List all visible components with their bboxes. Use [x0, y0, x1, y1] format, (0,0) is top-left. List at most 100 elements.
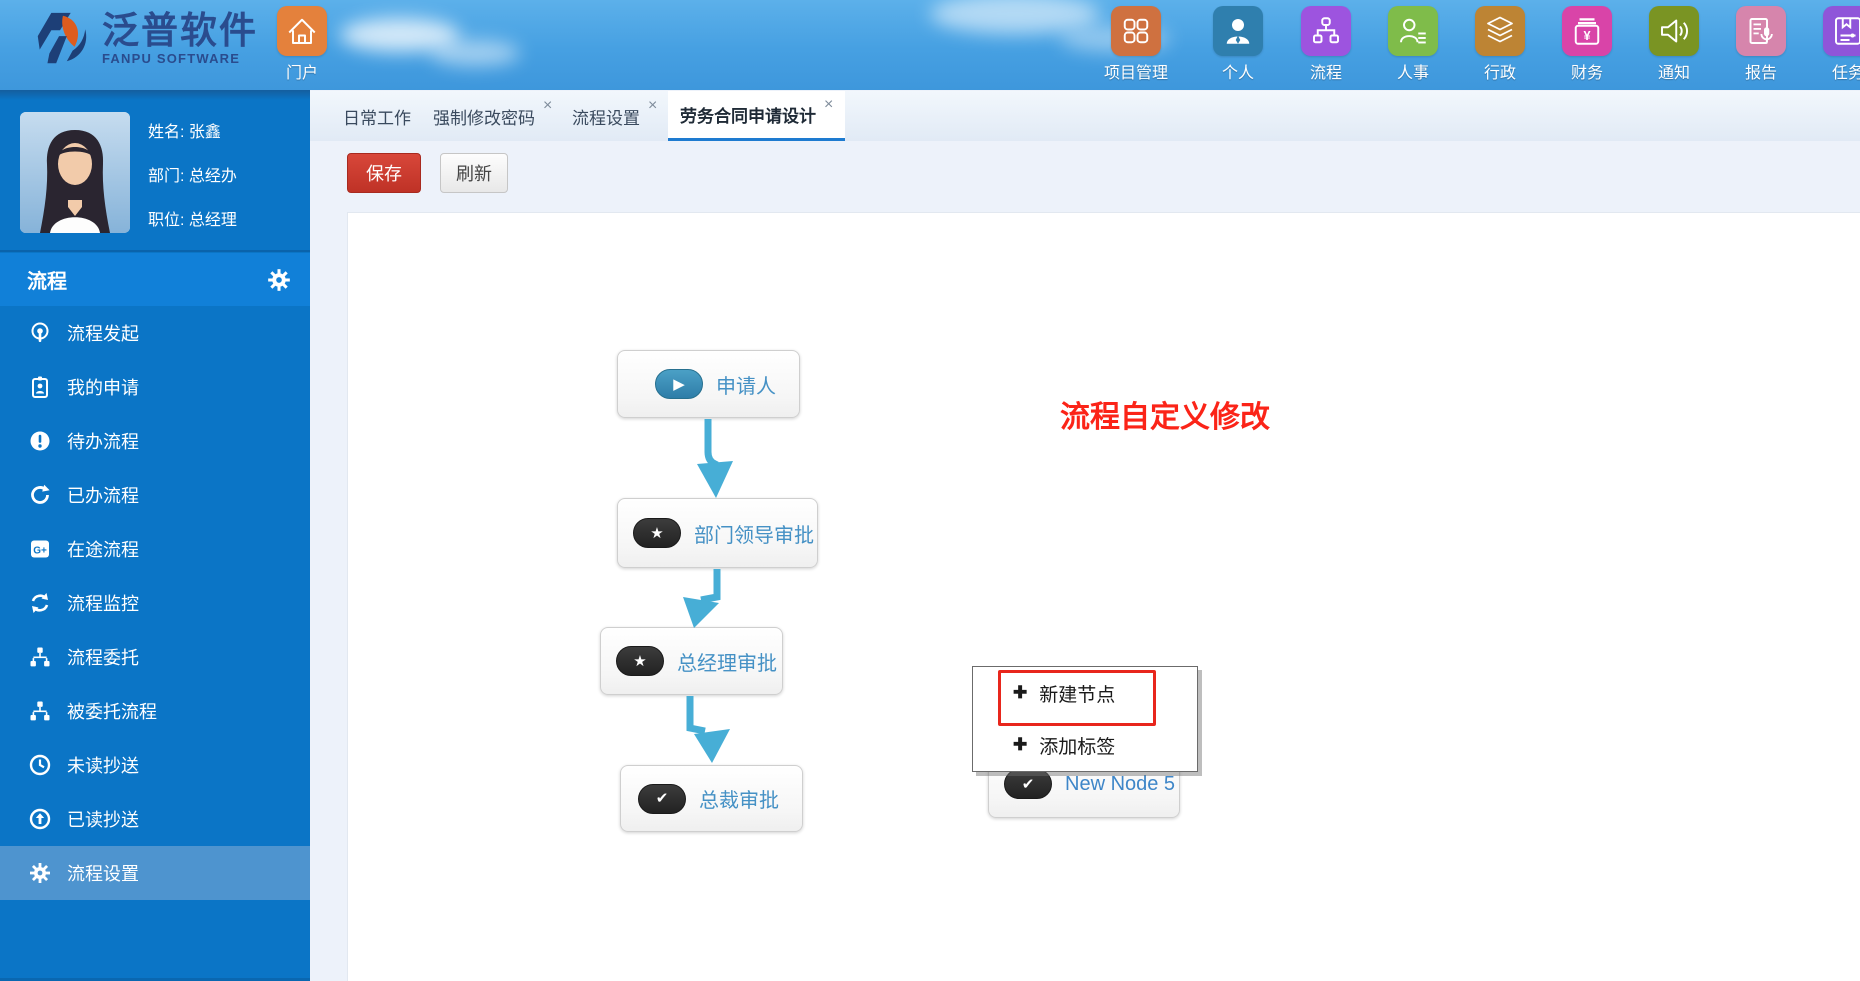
- flow-node-gm-approval[interactable]: ★ 总经理审批: [600, 627, 783, 695]
- home-icon: [288, 18, 316, 44]
- close-tab-icon[interactable]: ×: [824, 96, 833, 114]
- node-label: 总经理审批: [677, 652, 777, 675]
- badge-glyph: ★: [650, 524, 664, 542]
- nav-label: 通知: [1657, 65, 1690, 82]
- plus-icon: ✚: [1013, 735, 1028, 754]
- badge-glyph: ▶: [673, 375, 685, 393]
- sidebar-item-read-cc[interactable]: 已读抄送: [0, 792, 310, 846]
- nav-item-projects[interactable]: 项目管理: [1104, 6, 1168, 83]
- nav-item-finance[interactable]: ¥ 财务: [1555, 6, 1619, 83]
- grid-icon: [1123, 18, 1149, 44]
- report-icon: [1749, 18, 1773, 44]
- nav-label: 财务: [1570, 65, 1603, 82]
- gplus-icon: G+: [31, 540, 49, 558]
- sidebar-item-pending-processes[interactable]: 待办流程: [0, 414, 310, 468]
- sidebar-item-process-start[interactable]: 流程发起: [0, 306, 310, 360]
- nav-label: 项目管理: [1104, 65, 1169, 82]
- node-label: New Node 5: [1065, 772, 1176, 795]
- flow-node-dept-leader-approval[interactable]: ★ 部门领导审批: [617, 498, 818, 568]
- menu-item-label: 新建节点: [1039, 684, 1116, 706]
- tab-labor-contract-design[interactable]: 劳务合同申请设计 ×: [668, 91, 846, 141]
- context-menu: ✚ 新建节点 ✚ 添加标签: [972, 666, 1198, 772]
- close-tab-icon[interactable]: ×: [543, 97, 552, 115]
- sidebar-divider: [0, 250, 310, 252]
- nav-label: 门户: [285, 65, 318, 82]
- brand-logo: 泛普软件 FANPU SOFTWARE: [30, 7, 258, 69]
- profile-department: 部门: 总经办: [148, 168, 237, 185]
- menu-item-label: 添加标签: [1039, 736, 1116, 758]
- sidebar: 姓名: 张鑫 部门: 总经办 职位: 总经理 流程 流程发起 我的申请 待办流程…: [0, 90, 310, 981]
- play-icon: ▶: [655, 369, 703, 399]
- sidebar-item-label: 在途流程: [67, 540, 139, 560]
- profile-position: 职位: 总经理: [148, 212, 237, 229]
- nav-item-admin[interactable]: 行政: [1468, 6, 1532, 83]
- menu-item-add-label[interactable]: ✚ 添加标签: [973, 719, 1197, 771]
- save-button[interactable]: 保存: [347, 153, 421, 193]
- nav-item-portal[interactable]: 门户: [270, 6, 334, 83]
- tab-label: 强制修改密码: [433, 108, 535, 128]
- brand-name-cn: 泛普软件: [102, 9, 258, 51]
- clock-icon: [29, 754, 51, 776]
- close-tab-icon[interactable]: ×: [648, 97, 657, 115]
- profile-name: 姓名: 张鑫: [148, 124, 221, 141]
- exclamation-circle-icon: [30, 431, 50, 451]
- tab-process-settings[interactable]: 流程设置 ×: [572, 91, 657, 141]
- redo-icon: [31, 484, 50, 504]
- sitemap-icon: [30, 701, 50, 721]
- plus-icon: ✚: [1013, 683, 1028, 702]
- nav-label: 个人: [1221, 65, 1254, 82]
- nav-item-workflow[interactable]: 流程: [1294, 6, 1358, 83]
- nav-item-hr[interactable]: 人事: [1381, 6, 1445, 83]
- content-area: 日常工作 强制修改密码 × 流程设置 × 劳务合同申请设计 × 保存 刷新: [310, 90, 1860, 981]
- sidebar-item-label: 流程委托: [67, 648, 139, 668]
- badge-glyph: ✔: [1021, 775, 1035, 793]
- sidebar-item-process-monitor[interactable]: 流程监控: [0, 576, 310, 630]
- nav-label: 报告: [1744, 65, 1777, 82]
- sidebar-item-process-settings[interactable]: 流程设置: [0, 846, 310, 900]
- star-icon: ★: [633, 518, 681, 548]
- sidebar-item-label: 已读抄送: [67, 810, 139, 830]
- nav-item-personal[interactable]: 个人: [1206, 6, 1270, 83]
- sidebar-item-label: 我的申请: [67, 378, 139, 398]
- sidebar-item-label: 流程设置: [67, 864, 139, 884]
- gplus-glyph: G+: [33, 546, 47, 557]
- node-label: 部门领导审批: [694, 524, 814, 547]
- flow-node-president-approval[interactable]: ✔ 总裁审批: [620, 765, 803, 832]
- hr-icon: [1400, 18, 1426, 44]
- gear-icon: [30, 863, 50, 883]
- annotation-text: 流程自定义修改: [1060, 401, 1270, 434]
- check-icon: ✔: [1004, 769, 1052, 799]
- sidebar-menu: 流程发起 我的申请 待办流程 已办流程 G+ 在途流程 流程监控 流程委托 被委…: [0, 306, 310, 900]
- tab-label: 流程设置: [572, 108, 640, 128]
- workflow-canvas[interactable]: [347, 212, 1860, 981]
- app-window: 泛普软件 FANPU SOFTWARE 门户 项目管理 个人 流程 人事 行政 …: [0, 0, 1860, 981]
- tab-bar: 日常工作 强制修改密码 × 流程设置 × 劳务合同申请设计 ×: [310, 91, 1860, 141]
- tab-force-change-password[interactable]: 强制修改密码 ×: [433, 91, 552, 141]
- brand-name-en: FANPU SOFTWARE: [102, 50, 241, 66]
- sidebar-item-delegated-processes[interactable]: 被委托流程: [0, 684, 310, 738]
- nav-item-report[interactable]: 报告: [1729, 6, 1793, 83]
- nav-item-task[interactable]: 任务: [1816, 6, 1860, 83]
- nav-item-notice[interactable]: 通知: [1642, 6, 1706, 83]
- layers-icon: [1487, 16, 1513, 43]
- sidebar-item-process-delegate[interactable]: 流程委托: [0, 630, 310, 684]
- sidebar-item-unread-cc[interactable]: 未读抄送: [0, 738, 310, 792]
- tab-daily-work[interactable]: 日常工作: [343, 91, 411, 141]
- sidebar-item-in-transit-processes[interactable]: G+ 在途流程: [0, 522, 310, 576]
- nav-label: 流程: [1309, 65, 1342, 82]
- section-gear-icon[interactable]: [266, 267, 292, 293]
- node-label: 总裁审批: [699, 790, 779, 812]
- sidebar-item-my-applications[interactable]: 我的申请: [0, 360, 310, 414]
- money-icon: ¥: [1574, 18, 1600, 45]
- sidebar-item-label: 已办流程: [67, 486, 139, 506]
- menu-item-new-node[interactable]: ✚ 新建节点: [973, 667, 1197, 719]
- top-bar: 泛普软件 FANPU SOFTWARE 门户 项目管理 个人 流程 人事 行政 …: [0, 0, 1860, 90]
- tab-label: 日常工作: [343, 108, 411, 128]
- refresh-button[interactable]: 刷新: [440, 153, 508, 193]
- sidebar-item-done-processes[interactable]: 已办流程: [0, 468, 310, 522]
- flow-node-applicant[interactable]: ▶ 申请人: [617, 350, 800, 418]
- speaker-icon: [1661, 19, 1688, 43]
- sidebar-item-label: 待办流程: [67, 432, 139, 452]
- section-label: 流程: [27, 271, 67, 293]
- badge-glyph: ✔: [655, 790, 669, 807]
